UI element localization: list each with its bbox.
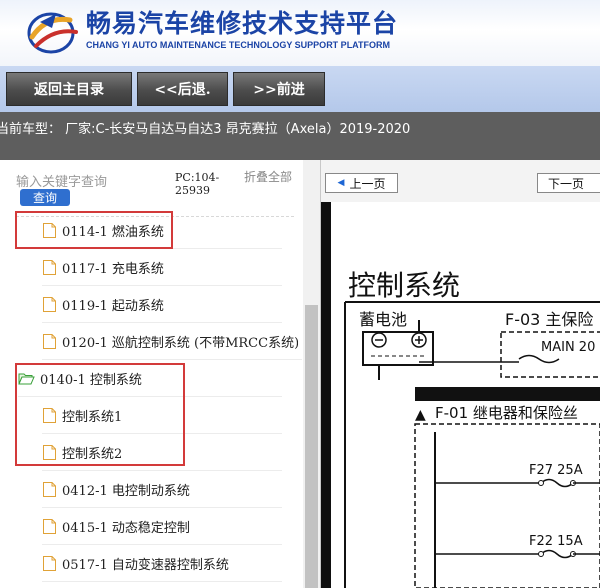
fuse-f22-label: F22 15A [529, 534, 583, 549]
wiring-diagram-page: 控制系统 蓄电池 F-03 主保险 MAIN 20 ▲ F-01 继电器和保险丝… [331, 202, 600, 588]
main-fuse-block-label: F-03 主保险 [505, 310, 593, 329]
pc-code-label: PC:104-25939 [175, 171, 220, 197]
forward-button[interactable]: >>前进 [233, 72, 325, 106]
tree-item-label: 0517-1 自动变速器控制系统 [62, 557, 229, 573]
svg-text:▲: ▲ [415, 407, 426, 423]
tree-item-automatic-transmission[interactable]: 0517-1 自动变速器控制系统 [42, 545, 282, 582]
brand-subtitle: CHANG YI AUTO MAINTENANCE TECHNOLOGY SUP… [86, 40, 391, 50]
diagram-title: 控制系统 [348, 269, 460, 302]
file-icon [43, 481, 56, 497]
tree-scrollbar-thumb[interactable] [305, 305, 318, 588]
prev-page-button[interactable]: ◀ 上一页 [325, 173, 398, 193]
main-fuse-label: MAIN 20 [541, 340, 595, 355]
tree-item-label: 0412-1 电控制动系统 [62, 483, 190, 499]
back-button[interactable]: <<后退. [137, 72, 228, 106]
tree-item-dynamic-stability[interactable]: 0415-1 动态稳定控制 [42, 508, 282, 545]
highlight-box-fuel-system [15, 211, 173, 249]
tree-item-cruise-control[interactable]: 0120-1 巡航控制系统 (不带MRCC系统) [42, 323, 302, 360]
file-icon [43, 555, 56, 571]
file-icon [43, 296, 56, 312]
tree-item-label: 0119-1 起动系统 [62, 298, 164, 314]
wiring-diagram: 控制系统 蓄电池 F-03 主保险 MAIN 20 ▲ F-01 继电器和保险丝… [344, 269, 600, 588]
main-toolbar: 返回主目录 <<后退. >>前进 [0, 66, 600, 112]
highlight-box-control-system [15, 363, 185, 466]
tree-item-label: 0415-1 动态稳定控制 [62, 520, 190, 536]
relay-block-label: F-01 继电器和保险丝 [435, 404, 578, 422]
prev-page-label: 上一页 [349, 176, 386, 191]
fuse-f27-label: F27 25A [529, 463, 583, 478]
file-icon [43, 333, 56, 349]
next-page-label: 下一页 [548, 176, 585, 191]
tree-item-label: 0120-1 巡航控制系统 (不带MRCC系统) [62, 335, 298, 351]
home-button[interactable]: 返回主目录 [6, 72, 132, 106]
collapse-all-link[interactable]: 折叠全部 [244, 171, 294, 184]
tree-item-brake-system[interactable]: 0412-1 电控制动系统 [42, 471, 282, 508]
app-header: 畅易汽车维修技术支持平台 CHANG YI AUTO MAINTENANCE T… [0, 0, 600, 66]
current-model-text: 当前车型： 厂家:C-长安马自达马自达3 昂克赛拉（Axela）2019-202… [0, 122, 411, 137]
relay-block-bar [415, 387, 600, 401]
triangle-left-icon: ◀ [337, 178, 345, 188]
tree-item-starting-system[interactable]: 0119-1 起动系统 [42, 286, 282, 323]
search-button[interactable]: 查询 [20, 189, 70, 206]
battery-label: 蓄电池 [359, 310, 407, 329]
current-model-bar: 当前车型： 厂家:C-长安马自达马自达3 昂克赛拉（Axela）2019-202… [0, 112, 600, 160]
tree-item-charging-system[interactable]: 0117-1 充电系统 [42, 249, 282, 286]
brand-title: 畅易汽车维修技术支持平台 [86, 9, 399, 38]
tree-item-label: 0117-1 充电系统 [62, 261, 164, 277]
file-icon [43, 518, 56, 534]
cy-logo-icon [27, 12, 78, 54]
next-page-button[interactable]: 下一页 [537, 173, 600, 193]
file-icon [43, 259, 56, 275]
